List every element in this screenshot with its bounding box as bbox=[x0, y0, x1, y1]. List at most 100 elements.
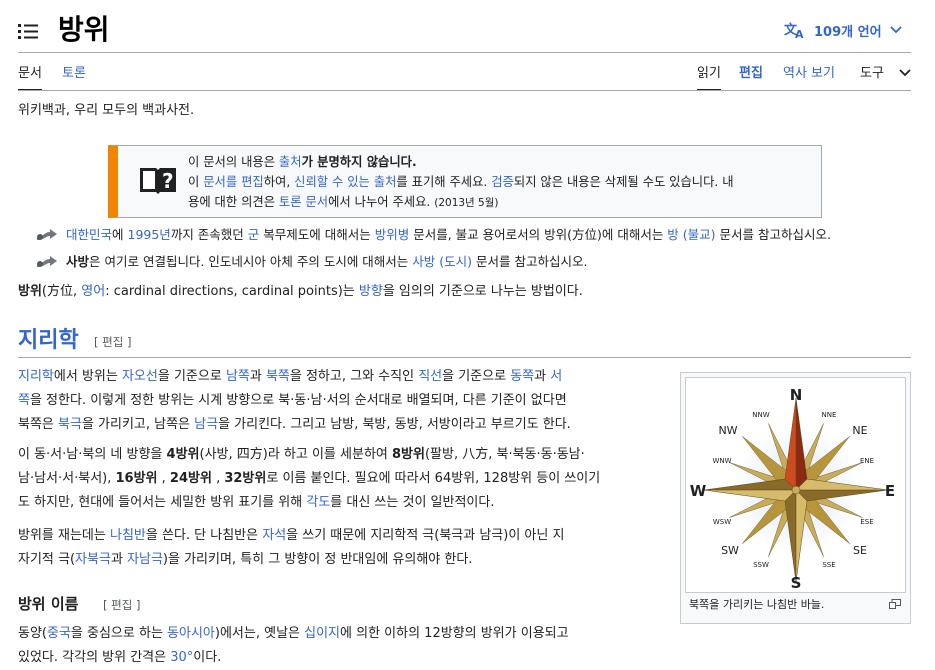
body-text: (팔방, 八方, 북·북동·동·동남· bbox=[424, 447, 585, 462]
tools-chevron-icon[interactable] bbox=[899, 69, 911, 77]
notice-text-part: 되지 않은 내용은 삭제될 수도 있습니다. 내 bbox=[513, 175, 734, 189]
body-text: , bbox=[157, 471, 170, 486]
body-link[interactable]: 서 bbox=[550, 369, 562, 384]
body-link[interactable]: 30° bbox=[170, 650, 193, 665]
body-text: 방위를 재는데는 bbox=[18, 528, 110, 543]
body-text: 에 의한 이하의 12방향의 방위가 이용되고 bbox=[340, 626, 569, 641]
page-title: 방위 bbox=[58, 13, 110, 46]
notice-box: ? 이 문서의 내용은 출처가 분명하지 않습니다. 이 문서를 편집하여, 신… bbox=[108, 145, 822, 218]
hatnote-link[interactable]: 사방 (도시) bbox=[412, 254, 472, 269]
body-text: 을 가리키고, 남쪽은 bbox=[81, 417, 195, 432]
intro-text: (方位, bbox=[41, 284, 82, 299]
body-link[interactable]: 남쪽 bbox=[226, 369, 250, 384]
body-link[interactable]: 십이지 bbox=[304, 626, 340, 641]
tab-history[interactable]: 역사 보기 bbox=[783, 65, 835, 83]
intro-paragraph: 방위(方位, 영어: cardinal directions, cardinal… bbox=[18, 280, 583, 304]
body-text: )을 가리키며, 특히 그 방향이 정 반대임에 유의해야 한다. bbox=[162, 552, 473, 567]
label-w: W bbox=[690, 482, 707, 500]
body-text: 을 가리킨다. 그리고 남방, 북방, 동방, 서방이라고 부르기도 한다. bbox=[218, 417, 571, 432]
svg-text:A: A bbox=[795, 28, 804, 39]
notice-text-part: 하여, bbox=[263, 175, 295, 189]
body-link[interactable]: 동아시아 bbox=[167, 626, 215, 641]
label-wsw: WSW bbox=[713, 518, 731, 526]
notice-text-part: 이 문서의 내용은 bbox=[188, 155, 279, 169]
tab-talk[interactable]: 토론 bbox=[62, 65, 86, 83]
tab-read[interactable]: 읽기 bbox=[697, 65, 721, 91]
body-bold: 16방위 bbox=[115, 471, 158, 486]
body-link[interactable]: 자석 bbox=[262, 528, 286, 543]
label-nnw: NNW bbox=[752, 411, 769, 419]
compass-figure: N S E W NE NW SE SW NNE NNW ENE ESE WNW … bbox=[680, 372, 911, 624]
english-link[interactable]: 영어 bbox=[81, 284, 105, 299]
body-link[interactable]: 지리학 bbox=[18, 369, 54, 384]
source-link[interactable]: 출처 bbox=[279, 155, 302, 169]
main-menu-icon[interactable] bbox=[18, 22, 38, 40]
body-text: 을 기준으로 bbox=[442, 369, 511, 384]
hatnote-2: 사방은 여기로 연결됩니다. 인도네시아 아체 주의 도시에 대해서는 사방 (… bbox=[36, 253, 587, 271]
verification-link[interactable]: 검증 bbox=[491, 175, 514, 189]
body-text: 을 정한다. 이렇게 정한 방위는 시계 방향으로 북·동·남·서의 순서대로 … bbox=[29, 393, 567, 408]
body-link[interactable]: 중국 bbox=[47, 626, 71, 641]
label-wnw: WNW bbox=[712, 457, 731, 465]
label-s: S bbox=[791, 574, 802, 592]
label-sse: SSE bbox=[822, 561, 835, 569]
subsection-edit-link[interactable]: [ 편집 ] bbox=[103, 597, 140, 613]
intro-text: 을 임의의 기준으로 나누는 방법이다. bbox=[382, 284, 583, 299]
hatnote-link[interactable]: 군 bbox=[248, 227, 260, 242]
body-text: 을 기준으로 bbox=[157, 369, 226, 384]
direction-link[interactable]: 방향 bbox=[359, 284, 383, 299]
tab-tools[interactable]: 도구 bbox=[860, 65, 884, 83]
enlarge-icon[interactable] bbox=[889, 599, 901, 609]
body-link[interactable]: 나침반 bbox=[110, 528, 146, 543]
paragraph-direction-names: 동양(중국을 중심으로 하는 동아시아)에서는, 옛날은 십이지에 의한 이하의… bbox=[18, 622, 658, 670]
label-ne: NE bbox=[852, 424, 867, 437]
hatnote-text: 까지 존속했던 bbox=[170, 227, 248, 242]
body-link[interactable]: 쪽 bbox=[18, 393, 30, 408]
body-bold: 4방위 bbox=[166, 447, 200, 462]
notice-text-part: 이 bbox=[188, 175, 204, 189]
hatnote-link[interactable]: 방위병 bbox=[375, 227, 410, 242]
body-link[interactable]: 북극 bbox=[58, 417, 82, 432]
tab-article[interactable]: 문서 bbox=[18, 65, 42, 91]
body-text: 동양( bbox=[18, 626, 47, 641]
notice-text-part: 를 표기해 주세요. bbox=[396, 175, 492, 189]
body-text: 남·남서·서·북서), bbox=[18, 471, 116, 486]
body-link[interactable]: 북쪽 bbox=[266, 369, 290, 384]
body-text: 과 bbox=[534, 369, 551, 384]
section-divider bbox=[18, 357, 911, 358]
body-link[interactable]: 남극 bbox=[194, 417, 218, 432]
label-nw: NW bbox=[718, 424, 737, 437]
notice-text-part: 에서 나누어 주세요. bbox=[328, 195, 435, 209]
translate-icon: 文 A bbox=[784, 22, 804, 39]
label-n: N bbox=[790, 386, 803, 404]
body-link[interactable]: 자남극 bbox=[127, 552, 163, 567]
edit-page-link[interactable]: 문서를 편집 bbox=[203, 175, 263, 189]
compass-image-frame[interactable]: N S E W NE NW SE SW NNE NNW ENE ESE WNW … bbox=[685, 377, 906, 593]
notice-bold: 가 분명하지 않습니다. bbox=[301, 155, 417, 169]
body-link[interactable]: 동쪽 bbox=[510, 369, 534, 384]
label-sw: SW bbox=[721, 544, 739, 557]
tab-edit[interactable]: 편집 bbox=[739, 65, 763, 83]
label-e: E bbox=[885, 482, 895, 500]
body-link[interactable]: 자북극 bbox=[75, 552, 111, 567]
tabs-divider bbox=[18, 90, 911, 91]
figure-caption: 북쪽을 가리키는 나침반 바늘. bbox=[689, 598, 825, 611]
body-text: 이다. bbox=[193, 650, 222, 665]
hatnote-link[interactable]: 방 (불교) bbox=[667, 227, 715, 242]
notice-date: (2013년 5월) bbox=[434, 197, 499, 209]
language-button[interactable]: 文 A 109개 언어 bbox=[784, 19, 902, 41]
body-link[interactable]: 자오선 bbox=[122, 369, 158, 384]
hatnote-text: 은 여기로 연결됩니다. 인도네시아 아체 주의 도시에 대해서는 bbox=[89, 254, 413, 269]
body-link[interactable]: 직선 bbox=[418, 369, 442, 384]
tools-label: 도구 bbox=[860, 66, 884, 81]
hatnote-link[interactable]: 1995년 bbox=[128, 227, 171, 242]
reliable-sources-link[interactable]: 신뢰할 수 있는 출처 bbox=[294, 175, 396, 189]
hatnote-link[interactable]: 대한민국 bbox=[66, 227, 112, 242]
section-edit-link[interactable]: [ 편집 ] bbox=[94, 334, 131, 350]
body-text: 을 쓴다. 단 나침반은 bbox=[145, 528, 263, 543]
label-se: SE bbox=[853, 544, 867, 557]
label-ese: ESE bbox=[860, 518, 873, 526]
body-text: 과 bbox=[110, 552, 128, 567]
talk-page-link[interactable]: 토론 문서 bbox=[279, 195, 328, 209]
body-link[interactable]: 각도 bbox=[306, 495, 330, 510]
